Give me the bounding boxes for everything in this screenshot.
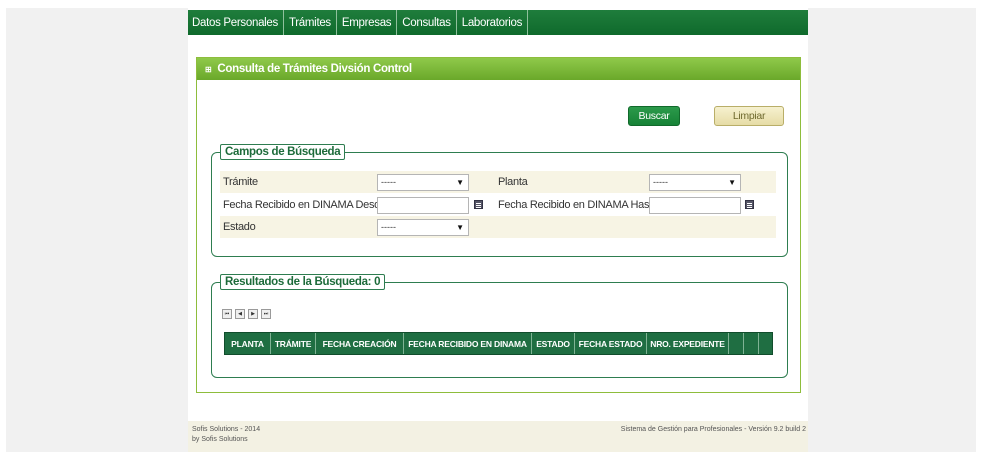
planta-select-value: ----- — [653, 177, 668, 187]
col-fecha-estado[interactable]: FECHA ESTADO — [575, 333, 647, 354]
panel-header[interactable]: ⊞ Consulta de Trámites Divsión Control — [197, 58, 800, 80]
prev-page-icon[interactable]: ◀ — [235, 309, 245, 319]
tramite-select[interactable]: ----- ▼ — [377, 173, 469, 191]
nav-consultas[interactable]: Consultas — [397, 10, 457, 35]
planta-select[interactable]: ----- ▼ — [649, 173, 741, 191]
col-nro-expediente[interactable]: NRO. EXPEDIENTE — [647, 333, 729, 354]
consulta-panel: ⊞ Consulta de Trámites Divsión Control B… — [196, 57, 801, 393]
nav-tramites[interactable]: Trámites — [284, 10, 337, 35]
chevron-down-icon: ▼ — [728, 177, 736, 187]
chevron-down-icon: ▼ — [456, 222, 464, 232]
first-page-icon[interactable]: ⏮ — [222, 309, 232, 319]
tramite-select-value: ----- — [381, 177, 396, 187]
last-page-icon[interactable]: ⏭ — [261, 309, 271, 319]
col-extra-2 — [744, 333, 759, 354]
col-extra-3 — [759, 333, 772, 354]
main-nav: Datos Personales Trámites Empresas Consu… — [188, 10, 808, 35]
col-fecha-recibido[interactable]: FECHA RECIBIDO EN DINAMA — [404, 333, 532, 354]
nav-empresas[interactable]: Empresas — [337, 10, 398, 35]
footer-credits: Sofis Solutions - 2014 by Sofis Solution… — [192, 425, 260, 445]
planta-label: Planta — [498, 176, 528, 188]
col-fecha-creacion[interactable]: FECHA CREACIÓN — [316, 333, 404, 354]
tramite-label: Trámite — [223, 176, 258, 188]
estado-select[interactable]: ----- ▼ — [377, 218, 469, 236]
footer: Sofis Solutions - 2014 by Sofis Solution… — [188, 421, 808, 452]
search-legend: Campos de Búsqueda — [220, 144, 346, 160]
nav-datos-personales[interactable]: Datos Personales — [188, 10, 284, 35]
limpiar-button[interactable]: Limpiar — [714, 106, 784, 126]
pager: ⏮ ◀ ▶ ⏭ — [222, 309, 271, 319]
search-row-3: Estado ----- ▼ — [220, 216, 776, 238]
next-page-icon[interactable]: ▶ — [248, 309, 258, 319]
expand-icon[interactable]: ⊞ — [205, 65, 212, 74]
col-planta[interactable]: PLANTA — [225, 333, 271, 354]
search-fieldset: Campos de Búsqueda Trámite ----- ▼ Plant… — [211, 144, 788, 257]
nav-laboratorios[interactable]: Laboratorios — [457, 10, 529, 35]
fecha-desde-input[interactable] — [377, 196, 469, 214]
panel-title: Consulta de Trámites Divsión Control — [217, 63, 412, 75]
chevron-down-icon: ▼ — [456, 177, 464, 187]
footer-version: Sistema de Gestión para Profesionales - … — [620, 426, 806, 433]
results-legend: Resultados de la Búsqueda: 0 — [220, 274, 386, 290]
search-row-2: Fecha Recibido en DINAMA Desde Fecha Rec… — [220, 194, 776, 216]
results-table-header: PLANTA TRÁMITE FECHA CREACIÓN FECHA RECI… — [224, 332, 773, 355]
search-row-1: Trámite ----- ▼ Planta ----- ▼ — [220, 171, 776, 193]
col-extra-1 — [729, 333, 744, 354]
footer-line-1: Sofis Solutions - 2014 — [192, 426, 261, 433]
estado-label: Estado — [223, 221, 256, 233]
estado-select-value: ----- — [381, 222, 396, 232]
fecha-hasta-input[interactable] — [649, 196, 741, 214]
fecha-desde-label: Fecha Recibido en DINAMA Desde — [223, 199, 386, 211]
buscar-button[interactable]: Buscar — [628, 106, 680, 126]
calendar-icon[interactable] — [745, 200, 754, 209]
fecha-hasta-label: Fecha Recibido en DINAMA Hasta — [498, 199, 658, 211]
footer-line-2: by Sofis Solutions — [192, 436, 248, 443]
col-estado[interactable]: ESTADO — [532, 333, 575, 354]
results-fieldset: Resultados de la Búsqueda: 0 ⏮ ◀ ▶ ⏭ PLA… — [211, 274, 788, 378]
col-tramite[interactable]: TRÁMITE — [271, 333, 316, 354]
calendar-icon[interactable] — [474, 200, 483, 209]
